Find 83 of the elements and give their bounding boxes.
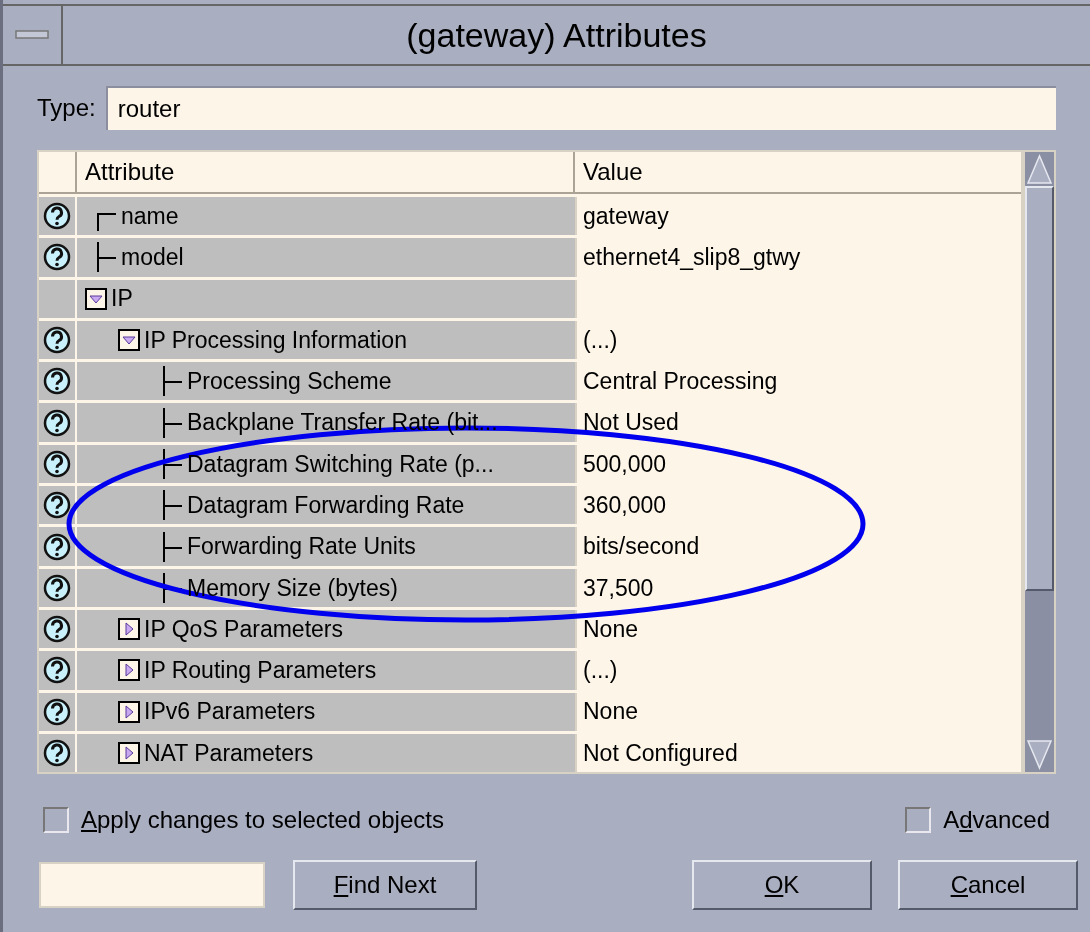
column-header[interactable]: Attribute xyxy=(77,152,575,192)
tree-line-icon xyxy=(163,407,183,438)
help-icon[interactable] xyxy=(43,615,71,644)
minus-icon xyxy=(15,30,49,40)
attribute-name: name xyxy=(120,201,179,231)
attribute-name: Datagram Forwarding Rate xyxy=(186,490,465,520)
value-cell[interactable]: Central Processing xyxy=(575,362,1021,401)
value-cell[interactable]: Not Used xyxy=(575,403,1021,442)
value-cell[interactable]: ethernet4_slip8_gtwy xyxy=(575,238,1021,277)
attribute-name: IP Processing Information xyxy=(143,325,407,355)
find-next-button[interactable]: Find Next xyxy=(293,860,477,911)
attribute-value: None xyxy=(583,614,638,644)
attribute-name: Memory Size (bytes) xyxy=(186,573,398,603)
checkbox-label: Advanced xyxy=(943,805,1050,836)
expand-toggle-icon[interactable] xyxy=(118,700,140,723)
window-title: (gateway) Attributes xyxy=(405,14,708,56)
scroll-thumb[interactable] xyxy=(1025,186,1054,591)
attribute-value: 360,000 xyxy=(583,490,667,520)
checkbox[interactable] xyxy=(43,807,69,834)
expand-toggle-icon[interactable] xyxy=(118,659,140,682)
attribute-name: IP QoS Parameters xyxy=(143,614,343,644)
collapse-toggle-icon[interactable] xyxy=(85,287,107,310)
attribute-value: Not Used xyxy=(583,408,679,438)
value-cell[interactable]: (...) xyxy=(575,651,1021,690)
value-cell[interactable]: 37,500 xyxy=(575,568,1021,607)
attribute-name: IPv6 Parameters xyxy=(143,697,316,727)
help-icon[interactable] xyxy=(43,408,71,437)
attribute-name: NAT Parameters xyxy=(143,738,314,768)
checkbox-label: Apply changes to selected objects xyxy=(81,805,444,836)
attribute-name: Forwarding Rate Units xyxy=(186,532,416,562)
attribute-value: bits/second xyxy=(583,532,700,562)
collapse-toggle-icon[interactable] xyxy=(118,329,140,352)
type-label: Type: xyxy=(37,93,96,123)
type-field[interactable]: router xyxy=(105,86,1056,130)
value-cell[interactable]: (...) xyxy=(575,320,1021,360)
dialog-button[interactable]: OK xyxy=(692,860,872,911)
tree-line-icon xyxy=(163,448,183,479)
help-icon[interactable] xyxy=(43,326,71,355)
attribute-name: IP Routing Parameters xyxy=(143,656,377,686)
help-icon[interactable] xyxy=(43,449,71,478)
help-icon[interactable] xyxy=(43,739,71,767)
help-icon[interactable] xyxy=(43,532,71,561)
tree-line-icon xyxy=(163,531,183,562)
help-icon[interactable] xyxy=(43,202,71,231)
tree-line-icon xyxy=(163,366,183,397)
tree-line-icon xyxy=(163,490,183,521)
help-icon[interactable] xyxy=(43,491,71,520)
tree-line-icon xyxy=(97,242,117,273)
checkbox[interactable] xyxy=(905,807,932,834)
value-cell[interactable]: None xyxy=(575,692,1021,731)
expand-toggle-icon[interactable] xyxy=(118,618,140,641)
help-icon[interactable] xyxy=(43,367,71,396)
tree-line-icon xyxy=(97,213,117,232)
attribute-value: ethernet4_slip8_gtwy xyxy=(583,243,801,273)
value-cell[interactable]: 360,000 xyxy=(575,486,1021,525)
attribute-name: Datagram Switching Rate (p... xyxy=(186,449,494,479)
attribute-value: None xyxy=(583,697,638,727)
attribute-value: 37,500 xyxy=(583,573,654,603)
help-icon[interactable] xyxy=(43,697,71,726)
attribute-value: 500,000 xyxy=(583,449,667,479)
attribute-value: Central Processing xyxy=(583,367,778,397)
attribute-value: gateway xyxy=(583,201,669,231)
value-cell[interactable]: None xyxy=(575,609,1021,649)
attribute-name: model xyxy=(120,243,184,273)
value-cell[interactable]: 500,000 xyxy=(575,444,1021,484)
scroll-up-icon[interactable] xyxy=(1025,152,1054,186)
attribute-value: (...) xyxy=(583,325,618,355)
dialog-button[interactable]: Cancel xyxy=(898,860,1078,911)
search-field[interactable] xyxy=(39,862,265,909)
scrollbar[interactable] xyxy=(1023,150,1056,775)
value-cell[interactable]: gateway xyxy=(575,197,1021,236)
value-cell[interactable]: Not Configured xyxy=(575,733,1021,773)
column-header[interactable]: Value xyxy=(575,152,1021,192)
help-icon[interactable] xyxy=(43,573,71,602)
scroll-down-icon[interactable] xyxy=(1025,738,1054,773)
help-icon[interactable] xyxy=(43,243,71,272)
help-icon[interactable] xyxy=(43,656,71,685)
attribute-name: Processing Scheme xyxy=(186,367,392,397)
expand-toggle-icon[interactable] xyxy=(118,742,140,764)
attribute-value: (...) xyxy=(583,656,618,686)
value-cell[interactable]: bits/second xyxy=(575,527,1021,566)
attribute-value: Not Configured xyxy=(583,738,738,768)
attribute-name: IP xyxy=(110,284,133,314)
